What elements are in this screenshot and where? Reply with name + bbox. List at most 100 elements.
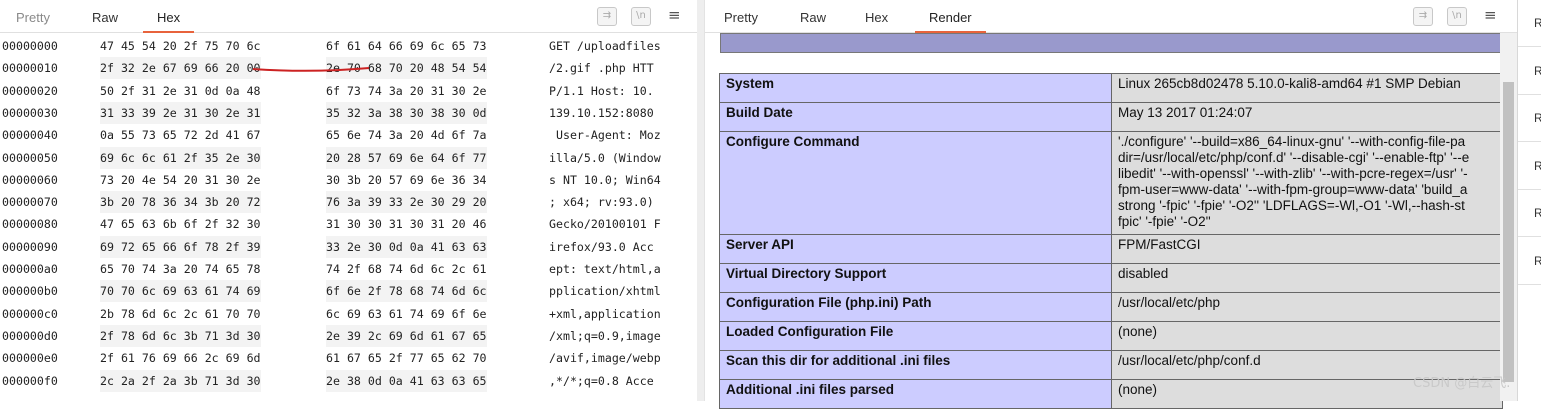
info-key: Scan this dir for additional .ini files (719, 350, 1112, 380)
hex-bytes-right: 74 2f 68 74 6d 6c 2c 61 (326, 262, 487, 276)
request-pane: Pretty Raw Hex ⇉ \n ≡ 00000000 47 45 54 2… (0, 0, 697, 401)
red-annotation-underline (252, 67, 370, 72)
hex-row[interactable]: 00000000 47 45 54 20 2f 75 70 6c 6f 61 64 … (0, 35, 697, 57)
hex-ascii: User-Agent: Moz (549, 128, 661, 143)
response-pane: Pretty Raw Hex Render ⇉ \n ≡ System Linux… (704, 0, 1517, 409)
info-row: System Linux 265cb8d02478 5.10.0-kali8-am… (719, 73, 1503, 103)
hex-ascii: +xml,application (549, 306, 661, 321)
hex-row[interactable]: 00000020 50 2f 31 2e 31 0d 0a 48 6f 73 74 … (0, 80, 697, 102)
hex-ascii: P/1.1 Host: 10. (549, 83, 654, 98)
info-value: disabled (1111, 263, 1503, 293)
info-key: Loaded Configuration File (719, 321, 1112, 351)
info-value: FPM/FastCGI (1111, 234, 1503, 264)
info-row: Server API FPM/FastCGI (719, 234, 1503, 264)
wrap-lines-icon[interactable]: ⇉ (597, 7, 617, 26)
hex-bytes-left: 3b 20 78 36 34 3b 20 72 (100, 191, 261, 214)
hex-row[interactable]: 000000e0 2f 61 76 69 66 2c 69 6d 61 67 65 … (0, 347, 697, 369)
side-panel-divider (1518, 46, 1541, 47)
hex-offset: 00000080 (2, 217, 58, 232)
hex-bytes-right: 31 30 30 31 30 31 20 46 (326, 217, 487, 232)
hex-row[interactable]: 00000030 31 33 39 2e 31 30 2e 31 35 32 3a … (0, 101, 697, 124)
hex-offset: 00000070 (2, 195, 58, 210)
side-panel: R R R R R R (1517, 0, 1541, 401)
info-row: Virtual Directory Support disabled (719, 263, 1503, 293)
hex-row[interactable]: 000000a0 65 70 74 3a 20 74 65 78 74 2f 68 … (0, 258, 697, 280)
tab-pretty[interactable]: Pretty (16, 10, 50, 30)
newline-toggle-icon[interactable]: \n (631, 7, 651, 26)
tab-raw[interactable]: Raw (92, 10, 118, 30)
hex-row[interactable]: 000000c0 2b 78 6d 6c 2c 61 70 70 6c 69 63 … (0, 303, 697, 325)
hex-bytes-left: 73 20 4e 54 20 31 30 2e (100, 172, 261, 187)
side-panel-item[interactable]: R (1534, 111, 1541, 125)
side-panel-item[interactable]: R (1534, 206, 1541, 220)
hex-row[interactable]: 000000f0 2c 2a 2f 2a 3b 71 3d 30 2e 38 0d … (0, 369, 697, 392)
menu-icon[interactable]: ≡ (668, 6, 681, 24)
hex-offset: 00000040 (2, 128, 58, 143)
info-value: './configure' '--build=x86_64-linux-gnu'… (1111, 131, 1503, 235)
tab-raw[interactable]: Raw (800, 10, 826, 30)
side-panel-item[interactable]: R (1534, 16, 1541, 30)
hex-bytes-right: 76 3a 39 33 2e 30 29 20 (326, 191, 487, 214)
wrap-lines-icon[interactable]: ⇉ (1413, 7, 1433, 26)
hex-bytes-left: 31 33 39 2e 31 30 2e 31 (100, 101, 261, 124)
phpinfo-table: System Linux 265cb8d02478 5.10.0-kali8-am… (719, 73, 1503, 409)
hex-ascii: /xml;q=0.9,image (549, 328, 661, 343)
side-panel-divider (1518, 236, 1541, 237)
hex-bytes-right: 2e 38 0d 0a 41 63 63 65 (326, 369, 487, 392)
info-key: Build Date (719, 102, 1112, 132)
hex-ascii: ; x64; rv:93.0) (549, 195, 654, 210)
hex-bytes-right: 6f 73 74 3a 20 31 30 2e (326, 83, 487, 98)
hex-row[interactable]: 000000b0 70 70 6c 69 63 61 74 69 6f 6e 2f … (0, 280, 697, 303)
hex-ascii: Gecko/20100101 F (549, 217, 661, 232)
hex-bytes-left: 47 45 54 20 2f 75 70 6c (100, 39, 261, 53)
info-value: May 13 2017 01:24:07 (1111, 102, 1503, 132)
tab-pretty[interactable]: Pretty (724, 10, 758, 30)
hex-bytes-left: 2f 32 2e 67 69 66 20 00 (100, 57, 261, 80)
hex-bytes-left: 2b 78 6d 6c 2c 61 70 70 (100, 306, 261, 321)
response-tabs: Pretty Raw Hex Render ⇉ \n ≡ (705, 0, 1517, 33)
hex-bytes-left: 69 6c 6c 61 2f 35 2e 30 (100, 146, 261, 169)
info-key: System (719, 73, 1112, 103)
watermark: CSDN @白云飞. (1413, 376, 1511, 391)
hex-bytes-right: 65 6e 74 3a 20 4d 6f 7a (326, 128, 487, 143)
info-key: Configuration File (php.ini) Path (719, 292, 1112, 322)
hex-row[interactable]: 00000060 73 20 4e 54 20 31 30 2e 30 3b 20 … (0, 169, 697, 191)
side-panel-item[interactable]: R (1534, 64, 1541, 78)
hex-row[interactable]: 00000070 3b 20 78 36 34 3b 20 72 76 3a 39 … (0, 191, 697, 214)
hex-row[interactable]: 00000040 0a 55 73 65 72 2d 41 67 65 6e 74 … (0, 124, 697, 146)
hex-ascii: /avif,image/webp (549, 351, 661, 366)
tab-render[interactable]: Render (915, 10, 986, 33)
hex-bytes-right: 61 67 65 2f 77 65 62 70 (326, 351, 487, 366)
info-row: Scan this dir for additional .ini files /… (719, 350, 1503, 380)
hex-ascii: irefox/93.0 Acc (549, 239, 654, 254)
hex-row[interactable]: 000000d0 2f 78 6d 6c 3b 71 3d 30 2e 39 2c … (0, 324, 697, 347)
tab-hex[interactable]: Hex (142, 10, 195, 33)
info-value: Linux 265cb8d02478 5.10.0-kali8-amd64 #1… (1111, 73, 1503, 103)
hex-ascii: pplication/xhtml (549, 284, 661, 299)
hex-bytes-left: 2f 61 76 69 66 2c 69 6d (100, 351, 261, 366)
tab-hex[interactable]: Hex (865, 10, 888, 30)
info-value: (none) (1111, 321, 1503, 351)
hex-bytes-right: 33 2e 30 0d 0a 41 63 63 (326, 235, 487, 258)
hex-ascii: s NT 10.0; Win64 (549, 172, 661, 187)
hex-bytes-left: 47 65 63 6b 6f 2f 32 30 (100, 217, 261, 232)
hex-bytes-left: 2c 2a 2f 2a 3b 71 3d 30 (100, 369, 261, 392)
hex-bytes-left: 0a 55 73 65 72 2d 41 67 (100, 128, 261, 143)
hex-row[interactable]: 00000080 47 65 63 6b 6f 2f 32 30 31 30 30 … (0, 213, 697, 235)
hex-bytes-right: 20 28 57 69 6e 64 6f 77 (326, 146, 487, 169)
pane-splitter[interactable] (697, 0, 704, 401)
side-panel-item[interactable]: R (1534, 159, 1541, 173)
info-value: /usr/local/etc/php (1111, 292, 1503, 322)
side-panel-item[interactable]: R (1534, 254, 1541, 268)
info-key: Additional .ini files parsed (719, 379, 1112, 409)
render-scrollbar-thumb[interactable] (1503, 82, 1514, 382)
hex-row[interactable]: 00000050 69 6c 6c 61 2f 35 2e 30 20 28 57 … (0, 146, 697, 169)
side-panel-divider (1518, 93, 1541, 95)
hex-offset: 00000050 (2, 150, 58, 165)
menu-icon[interactable]: ≡ (1484, 6, 1497, 24)
hex-row[interactable]: 00000090 69 72 65 66 6f 78 2f 39 33 2e 30 … (0, 235, 697, 258)
info-row: Configuration File (php.ini) Path/usr/lo… (719, 292, 1503, 322)
hex-offset: 000000a0 (2, 262, 58, 276)
newline-toggle-icon[interactable]: \n (1447, 7, 1467, 26)
side-panel-divider (1518, 283, 1541, 285)
